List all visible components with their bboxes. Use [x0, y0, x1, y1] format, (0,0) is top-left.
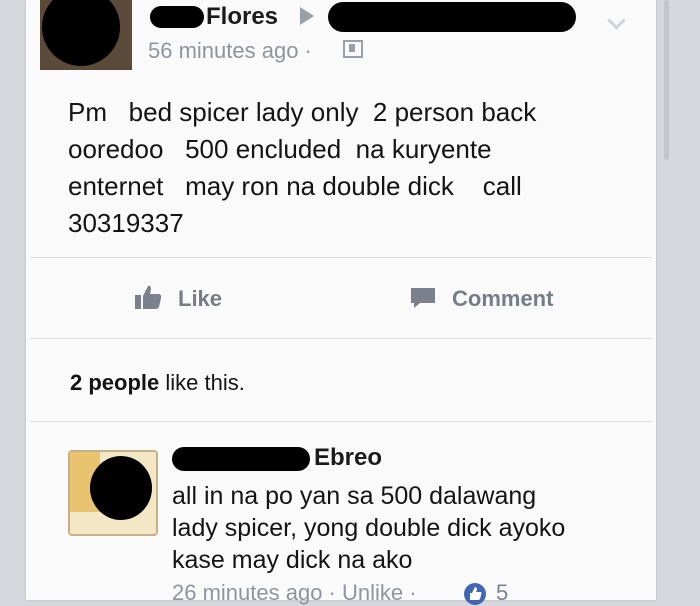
comment-button[interactable]: Comment: [452, 286, 553, 312]
commenter-name-redaction: [172, 447, 310, 471]
author-avatar[interactable]: [40, 0, 132, 70]
post-text: Pm bed spicer lady only 2 person back oo…: [68, 94, 628, 242]
share-arrow-icon: [300, 7, 314, 25]
like-icon[interactable]: [134, 284, 162, 310]
comment-icon[interactable]: [410, 287, 436, 309]
post-text-line: Pm bed spicer lady only 2 person back: [68, 97, 537, 127]
reaction-count[interactable]: 5: [496, 580, 508, 606]
like-reaction-icon[interactable]: [462, 582, 488, 606]
author-name[interactable]: Flores: [206, 3, 278, 31]
avatar-redaction: [42, 0, 120, 66]
post-text-line: enternet may ron na double dick call: [68, 171, 522, 201]
likes-suffix: like this.: [159, 370, 245, 395]
commenter-avatar[interactable]: [68, 450, 158, 536]
scrollbar[interactable]: [664, 0, 669, 160]
comment-text-line: kase may dick na ako: [172, 546, 413, 574]
commenter-name[interactable]: Ebreo: [314, 444, 382, 472]
comment-text-line: lady spicer, yong double dick ayoko: [172, 514, 566, 542]
divider: [30, 338, 652, 339]
divider: [30, 421, 652, 422]
recipient-redaction: [328, 2, 576, 32]
comment-text: all in na po yan sa 500 dalawang lady sp…: [172, 480, 642, 576]
post-text-line: 30319337: [68, 208, 184, 238]
likes-summary[interactable]: 2 people like this.: [70, 370, 245, 396]
avatar-redaction: [90, 456, 152, 520]
author-name-redaction: [150, 6, 204, 28]
divider: [30, 257, 652, 258]
comment-meta[interactable]: 26 minutes ago · Unlike ·: [172, 580, 417, 606]
like-button[interactable]: Like: [178, 286, 222, 312]
comment-text-line: all in na po yan sa 500 dalawang: [172, 482, 537, 510]
privacy-icon[interactable]: [343, 40, 363, 58]
post-text-line: ooredoo 500 encluded na kuryente: [68, 134, 492, 164]
likes-count[interactable]: 2 people: [70, 370, 159, 395]
post-timestamp[interactable]: 56 minutes ago ·: [148, 38, 312, 64]
